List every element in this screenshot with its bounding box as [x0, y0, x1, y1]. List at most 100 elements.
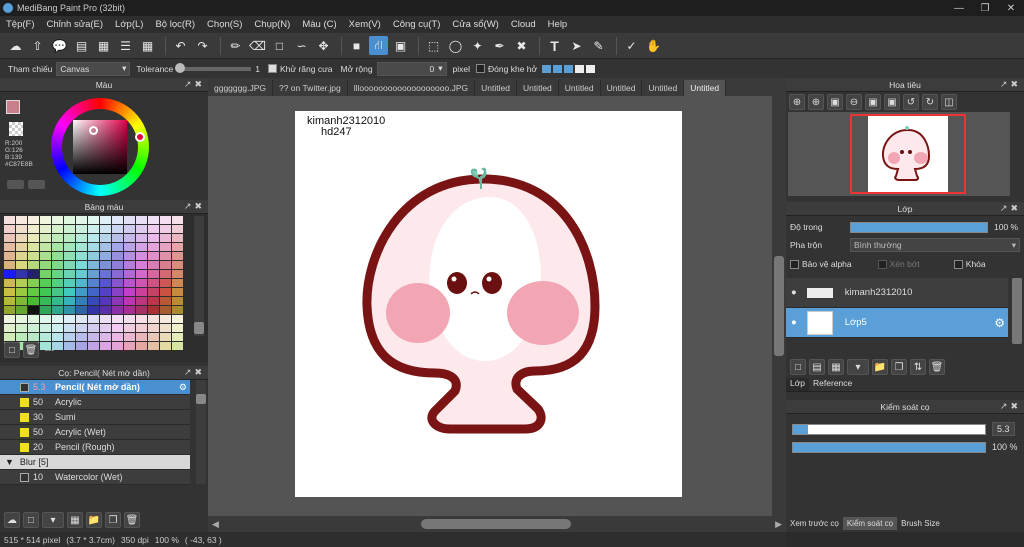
palette-swatch[interactable]: [4, 333, 15, 341]
menu-view[interactable]: Xem(V): [343, 19, 387, 30]
palette-swatch[interactable]: [88, 234, 99, 242]
palette-swatch[interactable]: [88, 279, 99, 287]
upload-icon[interactable]: ⇧: [28, 36, 47, 55]
palette-swatch[interactable]: [28, 279, 39, 287]
palette-swatch[interactable]: [136, 279, 147, 287]
gear-icon[interactable]: ⚙: [179, 382, 187, 393]
palette-swatch[interactable]: [136, 216, 147, 224]
palette-swatch[interactable]: [124, 288, 135, 296]
palette-swatch[interactable]: [100, 288, 111, 296]
palette-swatch[interactable]: [64, 324, 75, 332]
palette-swatch[interactable]: [52, 297, 63, 305]
palette-swatch[interactable]: [172, 315, 183, 323]
redo-icon[interactable]: ↷: [193, 36, 212, 55]
minimize-button[interactable]: —: [946, 0, 972, 16]
palette-swatch[interactable]: [16, 270, 27, 278]
palette-swatch[interactable]: [52, 333, 63, 341]
palette-swatch[interactable]: [64, 243, 75, 251]
operation-tool-icon[interactable]: ➤: [567, 36, 586, 55]
palette-swatch[interactable]: [4, 252, 15, 260]
palette-swatch[interactable]: [136, 243, 147, 251]
doc-tab[interactable]: Untitled: [517, 80, 559, 96]
palette-swatch[interactable]: [136, 225, 147, 233]
duplicate-icon[interactable]: ❐: [105, 512, 121, 528]
palette-swatch[interactable]: [148, 279, 159, 287]
brush-item[interactable]: 5.3 Pencil( Nét mờ dần) ⚙: [0, 380, 190, 395]
palette-swatch[interactable]: [16, 324, 27, 332]
tolerance-slider[interactable]: [175, 62, 252, 73]
panel-buttons[interactable]: ↗✖: [1000, 401, 1021, 412]
palette-swatch[interactable]: [112, 225, 123, 233]
menu-cloud[interactable]: Cloud: [505, 19, 542, 30]
palette-swatch[interactable]: [28, 252, 39, 260]
palette-swatch[interactable]: [100, 306, 111, 314]
palette-swatch[interactable]: [76, 306, 87, 314]
palette-swatch[interactable]: [172, 324, 183, 332]
new-palette-icon[interactable]: □: [4, 342, 20, 358]
palette-swatch[interactable]: [112, 315, 123, 323]
menu-select[interactable]: Chọn(S): [201, 19, 248, 30]
menu-edit[interactable]: Chỉnh sửa(E): [41, 19, 110, 30]
palette-swatch[interactable]: [52, 216, 63, 224]
collapse-icon[interactable]: ▼: [5, 457, 14, 467]
palette-swatch[interactable]: [88, 306, 99, 314]
palette-swatch[interactable]: [160, 333, 171, 341]
palette-swatch[interactable]: [88, 216, 99, 224]
blur-tool-icon[interactable]: ∽: [292, 36, 311, 55]
palette-swatch[interactable]: [100, 279, 111, 287]
eyedropper-icon[interactable]: ✓: [622, 36, 641, 55]
palette-swatch[interactable]: [136, 270, 147, 278]
palette-swatch[interactable]: [112, 234, 123, 242]
palette-swatch[interactable]: [148, 342, 159, 350]
brush-item[interactable]: 50 Acrylic: [0, 395, 190, 410]
palette-swatch[interactable]: [172, 333, 183, 341]
palette-swatch[interactable]: [16, 288, 27, 296]
palette-swatch[interactable]: [28, 288, 39, 296]
palette-swatch[interactable]: [40, 288, 51, 296]
palette-swatch[interactable]: [136, 324, 147, 332]
color-wheel[interactable]: [51, 98, 149, 196]
palette-swatch[interactable]: [28, 225, 39, 233]
brush-group[interactable]: ▼ Blur [5]: [0, 455, 190, 470]
tab-brush-size[interactable]: Brush Size: [897, 517, 944, 530]
palette-swatch[interactable]: [16, 315, 27, 323]
grid-icon[interactable]: ▦: [138, 36, 157, 55]
palette-swatch[interactable]: [148, 216, 159, 224]
palette-swatch[interactable]: [112, 306, 123, 314]
palette-swatch[interactable]: [64, 261, 75, 269]
slider-handle[interactable]: [175, 62, 186, 73]
palette-swatch[interactable]: [160, 306, 171, 314]
palette-swatch[interactable]: [76, 315, 87, 323]
palette-swatch[interactable]: [76, 324, 87, 332]
tab-layer[interactable]: Lớp: [786, 378, 810, 391]
palette-swatch[interactable]: [40, 243, 51, 251]
palette-swatch[interactable]: [124, 270, 135, 278]
scroll-left-icon[interactable]: ◀: [212, 519, 219, 530]
palette-swatch[interactable]: [124, 306, 135, 314]
page-icon[interactable]: ▤: [72, 36, 91, 55]
palette-swatch[interactable]: [136, 297, 147, 305]
palette-swatch[interactable]: [100, 297, 111, 305]
palette-swatch[interactable]: [4, 225, 15, 233]
palette-swatch[interactable]: [40, 279, 51, 287]
palette-swatch[interactable]: [76, 342, 87, 350]
menu-help[interactable]: Help: [542, 19, 574, 30]
eraser-tool-icon[interactable]: ⌫: [248, 36, 267, 55]
palette-swatch[interactable]: [160, 234, 171, 242]
palette-swatch[interactable]: [100, 234, 111, 242]
visibility-icon[interactable]: ●: [791, 317, 797, 328]
palette-swatch[interactable]: [172, 243, 183, 251]
palette-swatch[interactable]: [64, 225, 75, 233]
palette-swatch[interactable]: [148, 234, 159, 242]
panel-buttons[interactable]: ↗✖: [184, 201, 205, 212]
palette-swatch[interactable]: [112, 270, 123, 278]
tab-brush-control[interactable]: Kiểm soát cọ: [842, 517, 898, 530]
palette-swatch[interactable]: [64, 234, 75, 242]
restore-button[interactable]: ❐: [972, 0, 998, 16]
gradient-tool-icon[interactable]: ▣: [391, 36, 410, 55]
close-button[interactable]: ✕: [998, 0, 1024, 16]
palette-swatch[interactable]: [28, 306, 39, 314]
palette-swatch[interactable]: [136, 288, 147, 296]
palette-swatch[interactable]: [172, 306, 183, 314]
palette-swatch[interactable]: [112, 279, 123, 287]
